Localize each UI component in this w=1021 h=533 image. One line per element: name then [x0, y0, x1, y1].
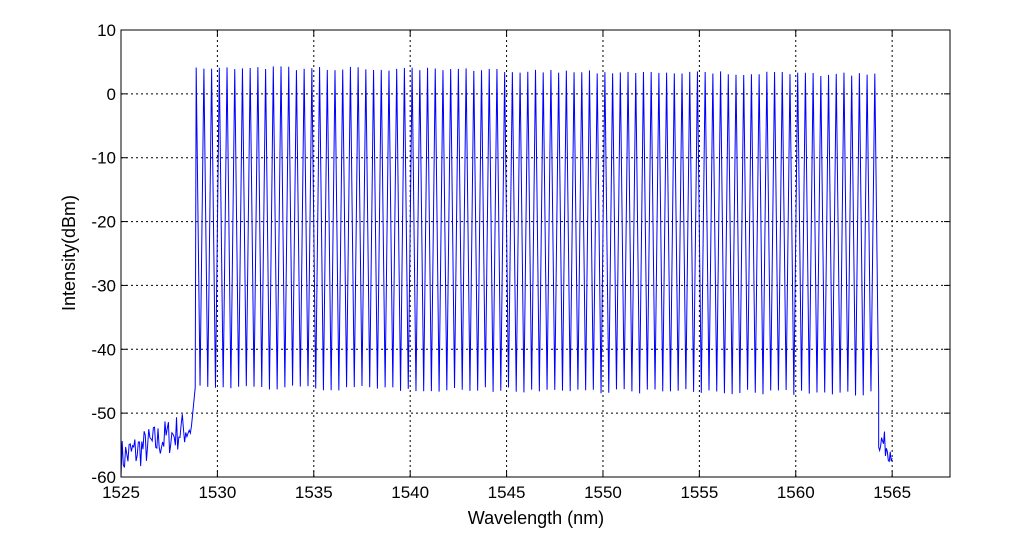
y-axis-title: Intensity(dBm)	[59, 195, 79, 311]
x-tick-label: 1560	[777, 483, 815, 502]
y-tick-label: -10	[91, 149, 116, 168]
y-tick-label: -60	[91, 468, 116, 487]
x-tick-label: 1555	[680, 483, 718, 502]
chart: 1525 1530 1535 1540 1545 1550 1555 1560 1565-60-…	[59, 21, 951, 528]
x-tick-label: 1550	[584, 483, 622, 502]
y-tick-label: 10	[97, 21, 116, 40]
x-tick-label: 1545	[488, 483, 526, 502]
x-tick-label: 1535	[295, 483, 333, 502]
y-tick-label: -40	[91, 340, 116, 359]
x-tick-label: 1540	[391, 483, 429, 502]
y-tick-label: 0	[107, 85, 116, 104]
x-tick-label: 1565	[873, 483, 911, 502]
y-tick-label: -20	[91, 213, 116, 232]
x-tick-label: 1530	[198, 483, 236, 502]
x-axis-title: Wavelength (nm)	[468, 508, 604, 528]
y-tick-label: -30	[91, 276, 116, 295]
y-tick-label: -50	[91, 404, 116, 423]
